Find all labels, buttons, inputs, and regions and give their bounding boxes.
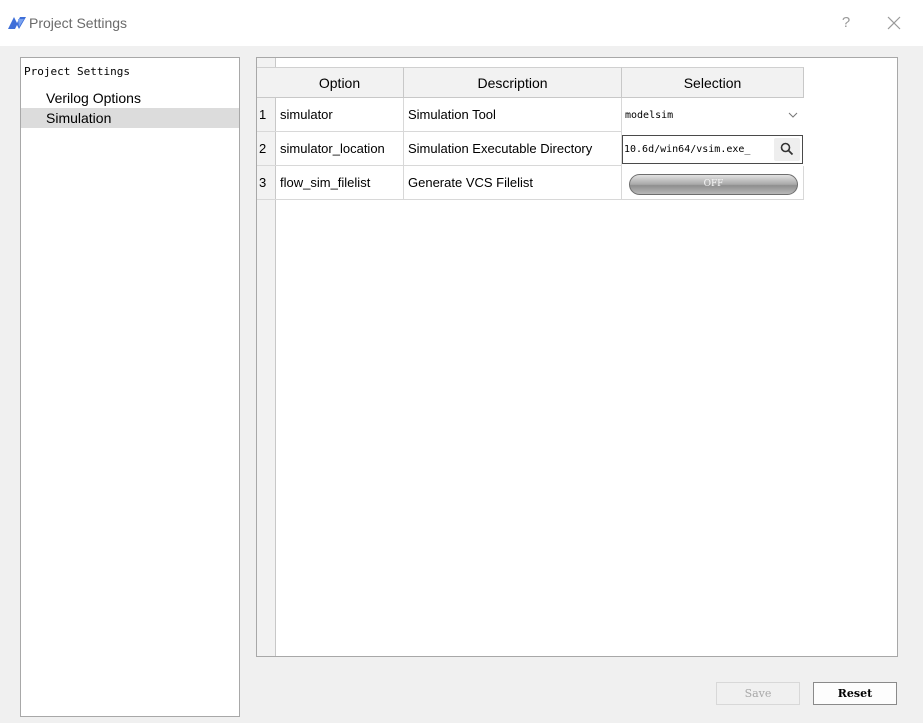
save-button[interactable]: Save [716, 682, 800, 705]
app-logo-icon [8, 17, 26, 29]
header-selection[interactable]: Selection [622, 67, 804, 98]
option-cell: simulator_location [276, 132, 404, 166]
tree-item-verilog-options[interactable]: Verilog Options [21, 88, 239, 108]
description-cell: Simulation Tool [404, 98, 622, 132]
flow-sim-filelist-toggle[interactable]: OFF [629, 174, 798, 195]
close-button[interactable] [884, 13, 904, 33]
search-icon [780, 142, 794, 156]
option-cell: flow_sim_filelist [276, 166, 404, 200]
simulator-dropdown-value: modelsim [625, 110, 674, 121]
simulator-location-input[interactable]: _10.6d/win64/vsim.exe [624, 136, 770, 163]
option-cell: simulator [276, 98, 404, 132]
description-cell: Simulation Executable Directory [404, 132, 622, 166]
row-number: 2 [257, 132, 276, 166]
title-bar: Project Settings ? [0, 0, 923, 46]
header-description[interactable]: Description [404, 67, 622, 98]
chevron-down-icon [788, 112, 798, 118]
simulator-dropdown[interactable]: modelsim [622, 99, 804, 132]
header-option[interactable]: Option [276, 67, 404, 98]
simulator-location-field[interactable]: _10.6d/win64/vsim.exe [622, 135, 803, 164]
row-number: 3 [257, 166, 276, 200]
row-number: 1 [257, 98, 276, 132]
settings-table: Option Description Selection 1 simulator… [256, 57, 898, 657]
browse-button[interactable] [774, 138, 800, 161]
help-button[interactable]: ? [836, 13, 856, 33]
window-title: Project Settings [29, 15, 128, 31]
tree-item-simulation[interactable]: Simulation [21, 108, 239, 128]
description-cell: Generate VCS Filelist [404, 166, 622, 200]
reset-button[interactable]: Reset [813, 682, 897, 705]
tree-root-project-settings[interactable]: Project Settings [24, 65, 130, 78]
settings-tree: Project Settings Verilog Options Simulat… [20, 57, 240, 717]
close-icon [887, 16, 901, 30]
table-corner [257, 67, 276, 98]
